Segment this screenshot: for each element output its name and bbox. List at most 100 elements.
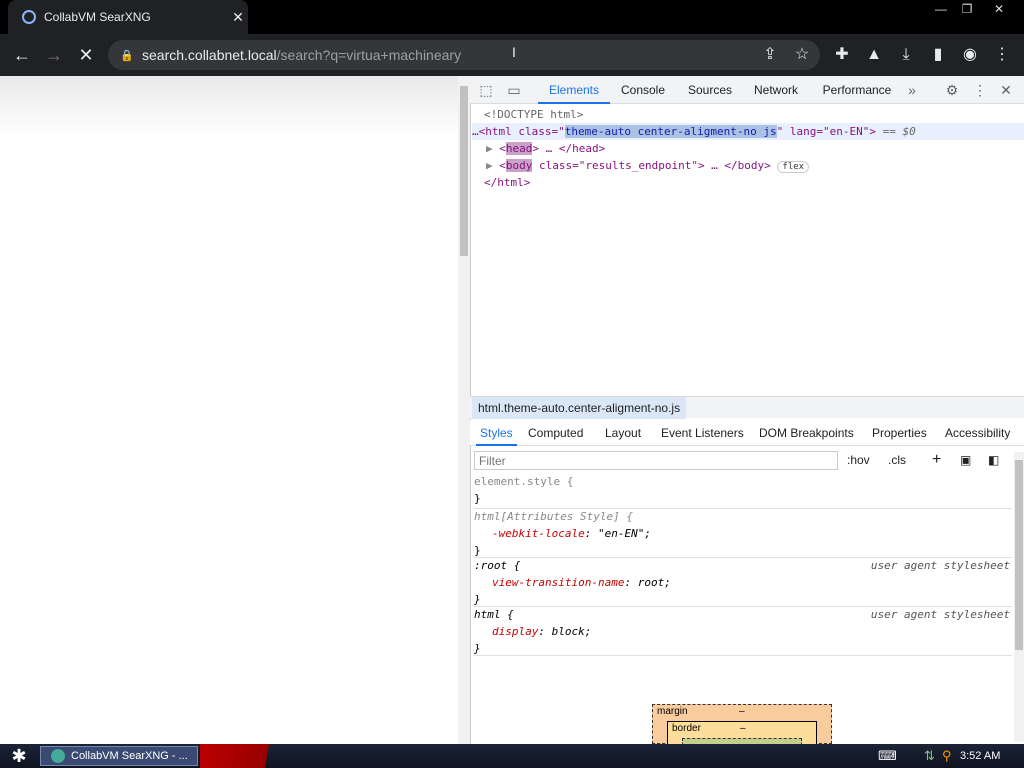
tab-accessibility[interactable]: Accessibility [945, 420, 1010, 446]
page-viewport [0, 76, 458, 744]
stop-loading-button[interactable]: ✕ [70, 34, 102, 76]
tab-title: CollabVM SearXNG [44, 10, 151, 24]
lock-icon: 🔒 [120, 50, 134, 62]
rule-source: user agent stylesheet [870, 559, 1010, 572]
extensions-icon[interactable]: ✚ [826, 34, 858, 76]
box-margin-label: margin [657, 706, 688, 717]
download-icon[interactable]: ⤓ [890, 34, 922, 76]
breadcrumb: html.theme-auto.center-aligment-no.js [470, 396, 1024, 419]
dom-body-tag: body [505, 159, 533, 172]
breadcrumb-item[interactable]: html.theme-auto.center-aligment-no.js [472, 397, 687, 419]
tab-layout[interactable]: Layout [605, 420, 641, 446]
rule-selector: html[Attributes Style] { [474, 510, 633, 523]
clock[interactable]: 3:52 AM [960, 744, 1020, 768]
class-toggle-button[interactable]: .cls [888, 450, 906, 470]
side-panel-icon[interactable]: ▮ [922, 34, 954, 76]
dom-selected-marker: == $0 [882, 125, 916, 138]
bookmark-star-icon[interactable]: ☆ [786, 34, 818, 76]
back-button[interactable]: ← [6, 34, 38, 76]
tab-elements[interactable]: Elements [538, 76, 610, 104]
menu-kebab-icon[interactable]: ⋮ [986, 34, 1018, 76]
settings-gear-icon[interactable]: ⚙ [940, 76, 964, 104]
tab-favicon-icon [22, 10, 36, 24]
text-cursor-icon: I [512, 44, 516, 60]
dom-html-class: theme-auto center-aligment-no js [564, 125, 777, 138]
tab-close-icon[interactable]: ✕ [228, 9, 248, 26]
rule-value[interactable]: : block; [538, 625, 591, 638]
dom-doctype[interactable]: <!DOCTYPE html> [484, 106, 583, 123]
tab-styles[interactable]: Styles [476, 420, 517, 446]
styles-scrollbar[interactable] [1014, 452, 1024, 742]
box-model-diagram: margin – border – [652, 704, 832, 751]
taskbar-item[interactable]: CollabVM SearXNG - ... [40, 746, 198, 766]
rule-selector: element.style { [474, 475, 574, 488]
devtools-menu-icon[interactable]: ⋮ [968, 76, 992, 104]
device-toolbar-icon[interactable]: ▭ [502, 76, 526, 104]
restore-button[interactable]: ❐ [952, 0, 982, 18]
box-margin-value[interactable]: – [739, 706, 745, 717]
toggle-sidebar-icon[interactable]: ◧ [988, 450, 999, 470]
flex-badge[interactable]: flex [777, 161, 810, 173]
url-path: /search?q=virtua+machineary [276, 47, 462, 63]
profile-avatar-icon[interactable]: ◉ [954, 34, 986, 76]
tab-properties[interactable]: Properties [872, 420, 927, 446]
rule-value[interactable]: : "en-EN"; [585, 527, 651, 540]
rule-value[interactable]: : root; [624, 576, 670, 589]
page-header-shade [0, 76, 458, 136]
dom-head[interactable]: ▶ <head> … </head> [486, 140, 605, 157]
rule-property[interactable]: view-transition-name [492, 576, 624, 589]
address-bar[interactable]: 🔒 search.collabnet.local/search?q=virtua… [108, 40, 820, 70]
style-rule[interactable]: user agent stylesheet :root { view-trans… [474, 557, 1012, 607]
tab-console[interactable]: Console [614, 76, 672, 104]
style-rule[interactable]: user agent stylesheet html { display: bl… [474, 606, 1012, 656]
style-rule[interactable]: html[Attributes Style] { -webkit-locale:… [474, 508, 1012, 558]
dom-html-close[interactable]: </html> [484, 174, 530, 191]
dom-html-open[interactable]: …<html class="theme-auto center-aligment… [472, 123, 1024, 140]
inspect-element-icon[interactable]: ⬚ [474, 76, 498, 104]
more-tabs-icon[interactable]: » [900, 76, 924, 104]
tab-dom-breakpoints[interactable]: DOM Breakpoints [759, 420, 854, 446]
rule-property[interactable]: display [492, 625, 538, 638]
expand-triangle-icon[interactable]: ▶ [486, 142, 493, 155]
rule-source: user agent stylesheet [870, 608, 1010, 621]
tab-performance[interactable]: Performance [816, 76, 898, 104]
network-icon[interactable]: ⇅ [924, 744, 935, 768]
devtools-close-icon[interactable]: ✕ [994, 76, 1018, 104]
tab-event-listeners[interactable]: Event Listeners [661, 420, 744, 446]
labs-flask-icon[interactable]: ▲ [858, 34, 890, 76]
paint-brush-icon[interactable]: ▣ [960, 450, 971, 470]
styles-filter-input[interactable] [474, 451, 838, 470]
page-scroll-thumb[interactable] [460, 86, 468, 256]
tab-computed[interactable]: Computed [528, 420, 583, 446]
dom-html-prefix: …<html class=" [472, 125, 565, 138]
start-button[interactable]: ✱ [4, 744, 34, 768]
new-rule-plus-icon[interactable]: + [932, 450, 941, 470]
browser-app-icon [51, 749, 65, 763]
rule-close: } [474, 642, 481, 655]
dom-head-rest: > … </head> [532, 142, 606, 155]
search-magnifier-icon[interactable]: ⚲ [942, 744, 952, 768]
page-scrollbar[interactable] [458, 76, 470, 744]
styles-scroll-thumb[interactable] [1015, 460, 1023, 650]
taskbar-decoration [200, 744, 310, 768]
keyboard-icon[interactable]: ⌨ [878, 744, 897, 768]
dom-body-rest: class="results_endpoint"> … </body> [532, 159, 771, 172]
rule-property[interactable]: -webkit-locale [492, 527, 585, 540]
box-border-label: border [672, 723, 701, 734]
close-window-button[interactable]: ✕ [984, 0, 1014, 18]
expand-triangle-icon[interactable]: ▶ [486, 159, 493, 172]
box-border-value[interactable]: – [740, 723, 746, 734]
style-rule[interactable]: element.style { } [474, 473, 1012, 509]
tab-network[interactable]: Network [746, 76, 806, 104]
forward-button[interactable]: → [38, 34, 70, 76]
dom-html-lang: " lang="en-EN"> [776, 125, 876, 138]
hover-state-button[interactable]: :hov [847, 450, 870, 470]
browser-tab[interactable]: CollabVM SearXNG ✕ [8, 0, 248, 34]
dom-head-tag: head [505, 142, 533, 155]
share-icon[interactable]: ⇪ [754, 34, 786, 76]
rule-close: } [474, 492, 481, 505]
taskbar-item-label: CollabVM SearXNG - ... [71, 750, 188, 762]
tab-sources[interactable]: Sources [682, 76, 738, 104]
url-host: search.collabnet.local [142, 47, 277, 63]
dom-body[interactable]: ▶ <body class="results_endpoint"> … </bo… [486, 157, 810, 176]
